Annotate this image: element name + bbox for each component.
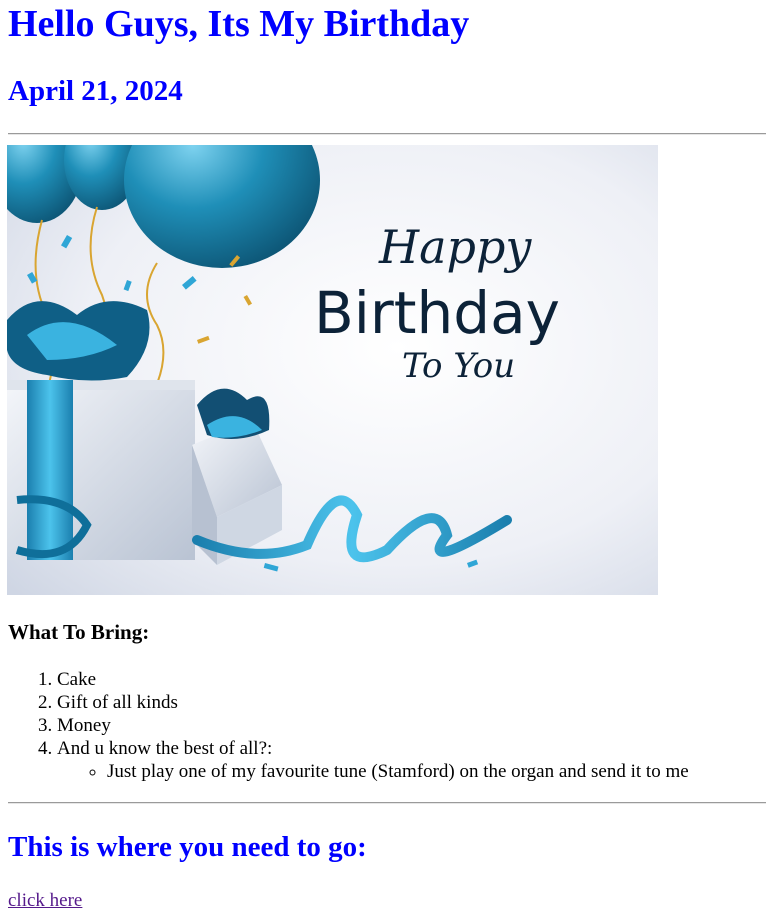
divider-top	[8, 133, 766, 135]
banner-happy: Happy	[378, 220, 532, 274]
sub-list-item: Just play one of my favourite tune (Stam…	[107, 760, 689, 783]
sub-list: Just play one of my favourite tune (Stam…	[57, 760, 689, 783]
event-date: April 21, 2024	[8, 75, 183, 107]
page-title: Hello Guys, Its My Birthday	[8, 3, 470, 45]
list-item: Cake	[57, 668, 689, 691]
directions-link[interactable]: click here	[8, 889, 82, 912]
birthday-banner-image: Happy Birthday To You	[7, 145, 658, 595]
bring-list: Cake Gift of all kinds Money And u know …	[8, 668, 689, 783]
bring-heading: What To Bring:	[8, 620, 150, 644]
list-item: Gift of all kinds	[57, 691, 689, 714]
banner-birthday: Birthday	[314, 279, 560, 347]
banner-to-you: To You	[402, 346, 515, 386]
list-item: And u know the best of all?: Just play o…	[57, 737, 689, 783]
divider-bottom	[8, 802, 766, 804]
list-item-label: And u know the best of all?:	[57, 738, 273, 759]
list-item: Money	[57, 714, 689, 737]
directions-heading: This is where you need to go:	[8, 831, 367, 863]
